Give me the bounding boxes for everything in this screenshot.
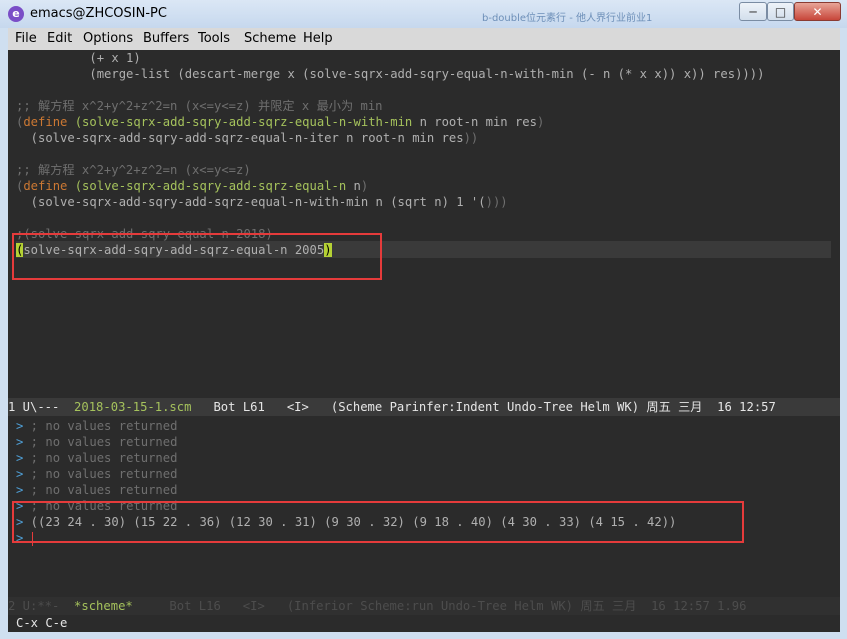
menu-scheme[interactable]: Scheme	[244, 31, 296, 46]
code-line: (define (solve-sqrx-add-sqry-add-sqrz-eq…	[16, 114, 544, 130]
code-token: (solve-sqrx-add-sqry-add-sqrz-equal-n-wi…	[16, 195, 486, 209]
repl-output: ; no values returned	[23, 419, 178, 433]
code-line: (solve-sqrx-add-sqry-add-sqrz-equal-n-it…	[16, 130, 479, 146]
code-line: (solve-sqrx-add-sqry-add-sqrz-equal-n-wi…	[16, 194, 508, 210]
code-token: define	[23, 179, 68, 193]
repl-output: ; no values returned	[23, 451, 178, 465]
emacs-window: e emacs@ZHCOSIN-PC b-double位元素行 - 他人界行业前…	[0, 0, 847, 639]
mode-line-editor: 1 U\--- 2018-03-15-1.scm Bot L61 <I> (Sc…	[8, 398, 840, 416]
repl-line: > ; no values returned	[16, 434, 177, 450]
maximize-button[interactable]: □	[767, 2, 794, 21]
mode-line-filename: 2018-03-15-1.scm	[74, 400, 192, 414]
code-token: (solve-sqrx-add-sqry-add-sqrz-equal-n-wi…	[74, 115, 413, 129]
code-token: (+ x 1)	[16, 51, 141, 65]
repl-output: ; no values returned	[23, 467, 178, 481]
echo-text: C-x C-e	[16, 616, 68, 630]
code-line: (+ x 1)	[16, 50, 141, 66]
window-title: emacs@ZHCOSIN-PC	[30, 6, 167, 21]
code-token: )	[360, 179, 369, 193]
menu-tools[interactable]: Tools	[198, 31, 230, 46]
repl-output: ; no values returned	[23, 435, 178, 449]
code-line: (define (solve-sqrx-add-sqry-add-sqrz-eq…	[16, 178, 368, 194]
emacs-icon: e	[8, 6, 24, 22]
mode-line-prefix: 1 U\---	[8, 400, 75, 414]
code-token: n root-n min res	[412, 115, 537, 129]
title-bar[interactable]: e emacs@ZHCOSIN-PC b-double位元素行 - 他人界行业前…	[0, 0, 847, 28]
menu-help[interactable]: Help	[303, 31, 333, 46]
minimize-button[interactable]: ─	[739, 2, 767, 21]
echo-area: C-x C-e	[8, 615, 840, 632]
repl-line: > ; no values returned	[16, 418, 177, 434]
code-line: ;; 解方程 x^2+y^2+z^2=n (x<=y<=z) 并限定 x 最小为…	[16, 98, 383, 114]
annotation-box-result	[12, 501, 744, 543]
mode-line-repl: 2 U:**- *scheme* Bot L16 <I> (Inferior S…	[8, 597, 840, 615]
code-token: (solve-sqrx-add-sqry-add-sqrz-equal-n	[74, 179, 347, 193]
code-token: n	[346, 179, 361, 193]
window-subtitle: b-double位元素行 - 他人界行业前业1	[482, 13, 653, 24]
code-token: ))	[463, 131, 479, 145]
code-line: (merge-list (descart-merge x (solve-sqrx…	[16, 66, 764, 82]
mode-line-prefix-2: 2 U:**-	[8, 599, 75, 613]
menu-options[interactable]: Options	[83, 31, 133, 46]
code-token: )))	[485, 195, 508, 209]
repl-line: > ; no values returned	[16, 450, 177, 466]
code-token: ;; 解方程 x^2+y^2+z^2=n (x<=y<=z) 并限定 x 最小为…	[16, 99, 383, 113]
close-button[interactable]: ✕	[794, 2, 841, 21]
mode-line-info-2: Bot L16 <I> (Inferior Scheme:run Undo-Tr…	[132, 599, 747, 613]
menu-bar: File Edit Options Buffers Tools Scheme H…	[8, 28, 840, 50]
code-token: define	[23, 115, 68, 129]
mode-line-buffer: *scheme*	[74, 599, 133, 613]
menu-edit[interactable]: Edit	[47, 31, 72, 46]
code-token: )	[537, 115, 545, 129]
code-token: ;; 解方程 x^2+y^2+z^2=n (x<=y<=z)	[16, 163, 251, 177]
repl-line: > ; no values returned	[16, 482, 177, 498]
menu-file[interactable]: File	[15, 31, 37, 46]
repl-output: ; no values returned	[23, 483, 178, 497]
menu-buffers[interactable]: Buffers	[143, 31, 189, 46]
code-token: (solve-sqrx-add-sqry-add-sqrz-equal-n-it…	[16, 131, 464, 145]
repl-line: > ; no values returned	[16, 466, 177, 482]
code-line: ;; 解方程 x^2+y^2+z^2=n (x<=y<=z)	[16, 162, 251, 178]
annotation-box-call	[12, 233, 382, 280]
code-token: (merge-list (descart-merge x (solve-sqrx…	[16, 67, 765, 81]
mode-line-info: Bot L61 <I> (Scheme Parinfer:Indent Undo…	[191, 400, 776, 414]
